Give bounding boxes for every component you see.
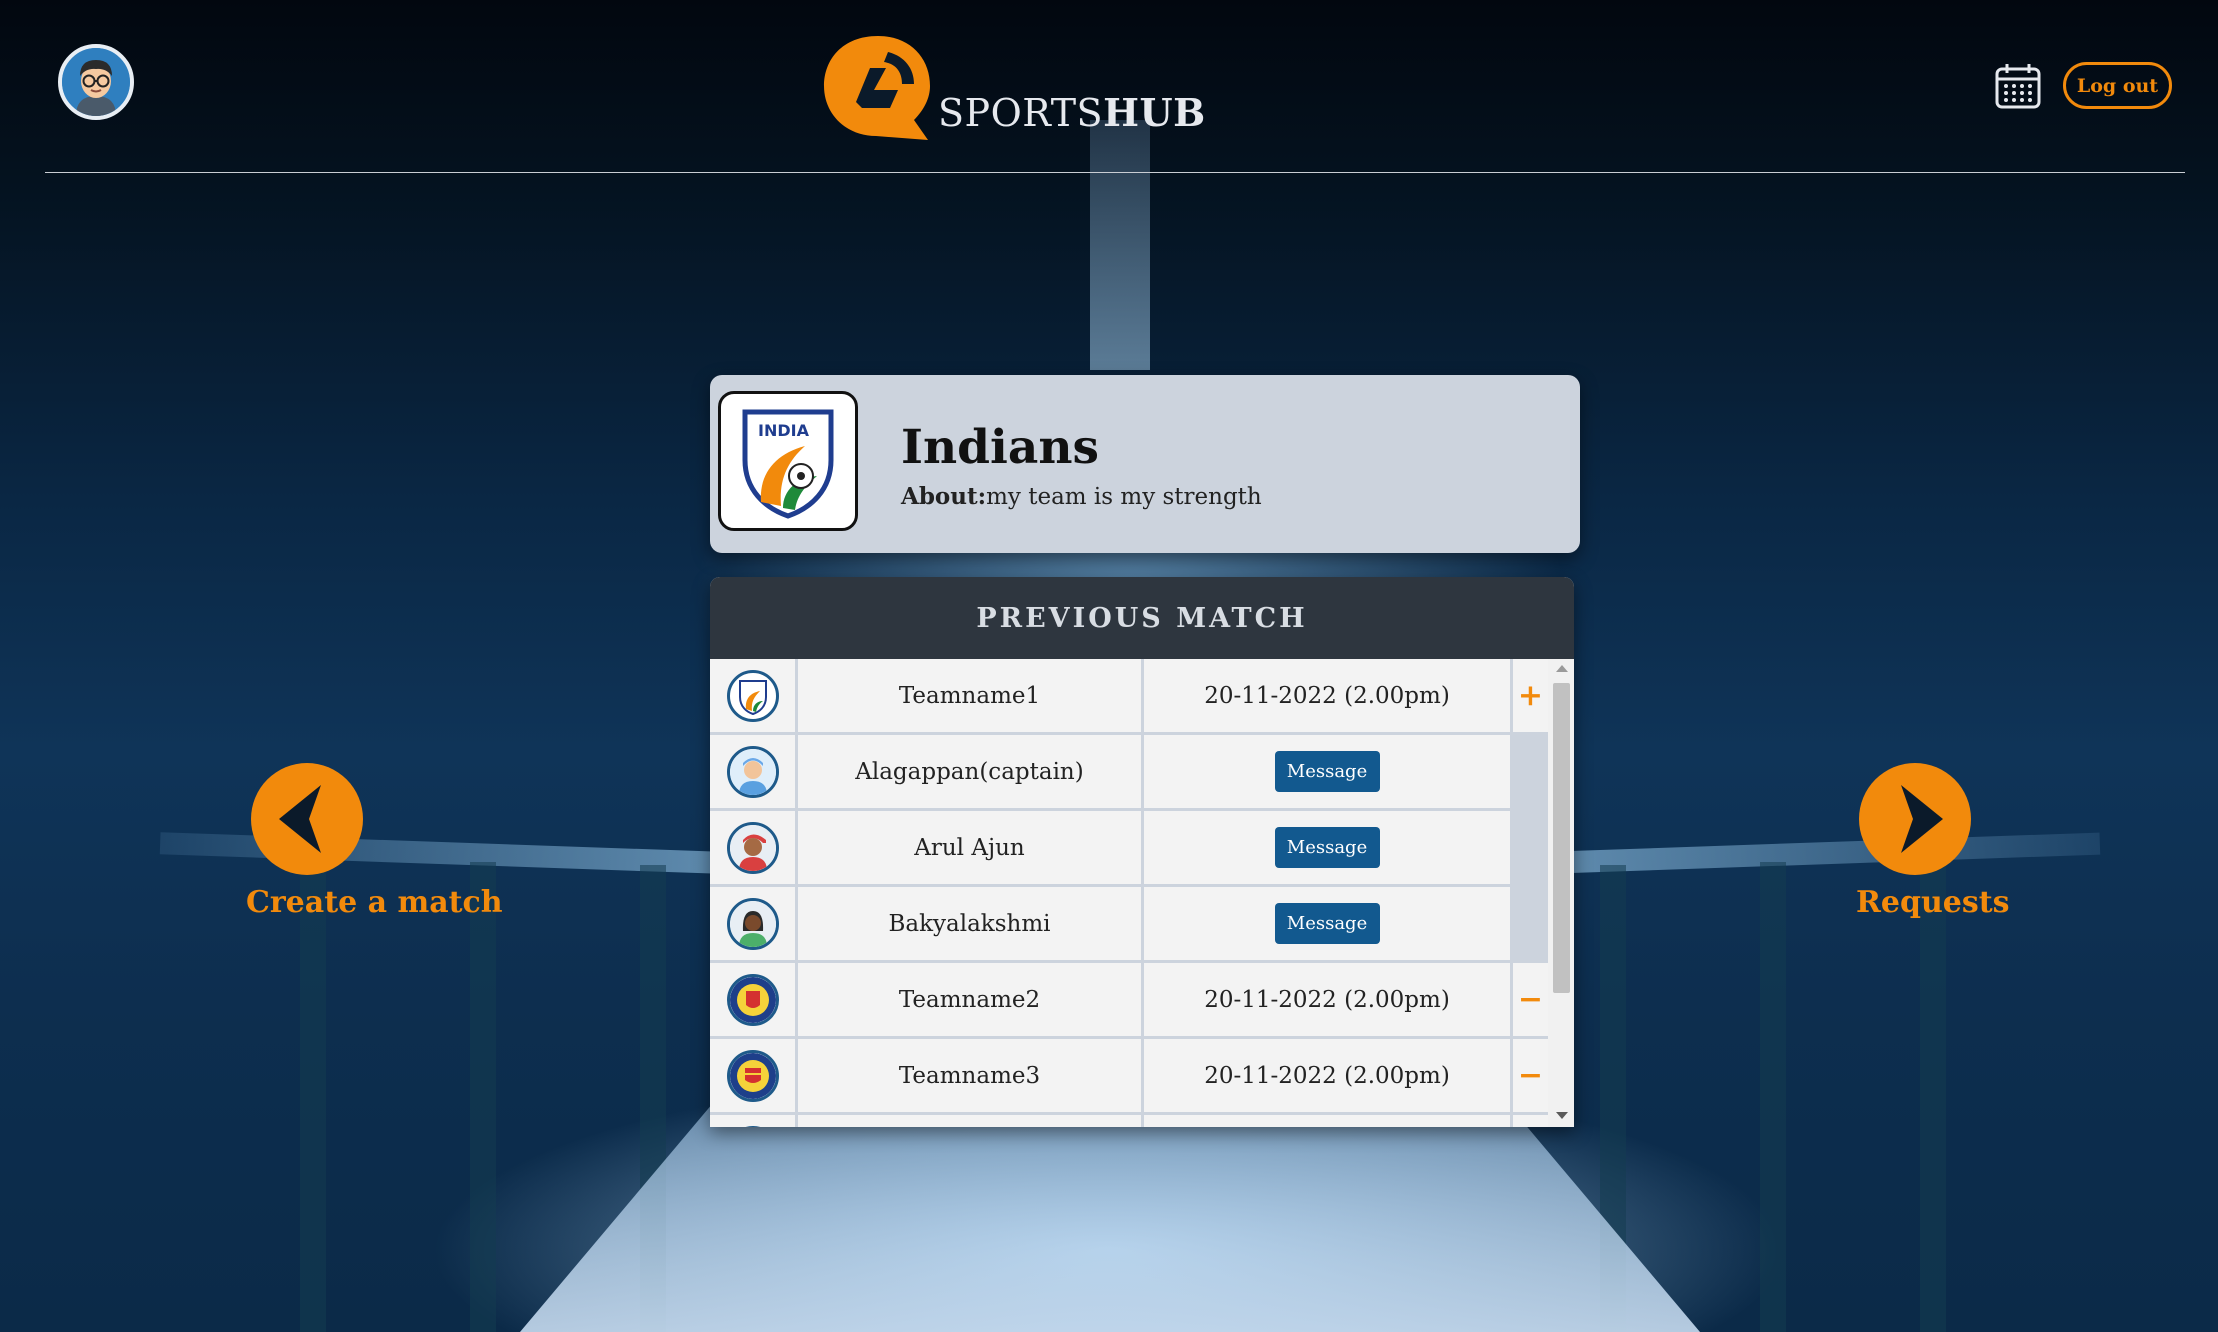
table-row: Arul Ajun Message [710,811,1548,887]
match-date-cell: 20-11-2022 (2.00pm) [1144,1039,1513,1112]
team-name-cell: Teamname2 [798,963,1144,1036]
background-pillar [300,860,326,1332]
player-avatar-icon [726,821,779,874]
team-crest-icon [726,1049,779,1102]
scrollbar[interactable] [1548,659,1574,1127]
player-name-cell: Arul Ajun [798,811,1144,884]
badge-text: INDIA [758,421,810,440]
table-row [710,1115,1548,1127]
team-name-cell: Teamname3 [798,1039,1144,1112]
logout-button[interactable]: Log out [2063,62,2172,109]
table-row: Teamname2 20-11-2022 (2.00pm) − [710,963,1548,1039]
match-date-cell: 20-11-2022 (2.00pm) [1144,659,1513,732]
collapse-icon[interactable]: − [1513,1039,1548,1112]
team-crest-icon [726,1125,779,1127]
scroll-thumb[interactable] [1553,683,1570,993]
scroll-up-arrow-icon[interactable] [1556,665,1568,672]
collapse-icon[interactable]: − [1513,963,1548,1036]
about-text: my team is my strength [986,484,1262,510]
message-button[interactable]: Message [1274,903,1380,944]
background-pillar [470,862,496,1332]
about-label: About: [901,483,987,510]
table-row: Teamname3 20-11-2022 (2.00pm) − [710,1039,1548,1115]
background-pillar [1920,860,1946,1332]
team-about: About:my team is my strength [901,483,1262,510]
header: SPORTSHUB Log out [0,0,2218,175]
background-rail [159,832,721,874]
table-row: Bakyalakshmi Message [710,887,1548,963]
background-pillar [1760,862,1786,1332]
previous-match-panel: PREVIOUS MATCH Teamname1 20-11-2022 (2.0… [710,577,1574,1127]
previous-match-heading: PREVIOUS MATCH [710,577,1574,659]
table-row: Alagappan(captain) Message [710,735,1548,811]
message-button[interactable]: Message [1274,751,1380,792]
india-badge-icon [726,669,779,722]
team-logo: INDIA [718,391,858,531]
header-divider [45,172,2185,173]
team-info-card: INDIA Indians About:my team is my streng… [710,375,1580,553]
match-date-cell: 20-11-2022 (2.00pm) [1144,963,1513,1036]
arrow-left-icon [279,785,321,853]
requests-button[interactable] [1859,763,1971,875]
arrow-right-icon [1901,785,1943,853]
create-match-label[interactable]: Create a match [246,885,503,920]
create-match-button[interactable] [251,763,363,875]
expand-icon[interactable]: + [1513,659,1548,732]
background-rail [1559,832,2101,874]
message-button[interactable]: Message [1274,827,1380,868]
calendar-icon[interactable] [1994,62,2042,110]
team-crest-icon [726,973,779,1026]
player-avatar-icon [726,897,779,950]
table-row: Teamname1 20-11-2022 (2.00pm) + [710,659,1548,735]
scroll-down-arrow-icon[interactable] [1556,1112,1568,1119]
brand-name: SPORTSHUB [938,90,1206,135]
player-name-cell: Bakyalakshmi [798,887,1144,960]
user-avatar-icon [62,48,130,116]
player-avatar-icon [726,745,779,798]
team-name-cell: Teamname1 [798,659,1144,732]
player-name-cell: Alagappan(captain) [798,735,1144,808]
india-badge-icon: INDIA [742,409,834,519]
requests-label[interactable]: Requests [1856,885,2010,920]
match-list[interactable]: Teamname1 20-11-2022 (2.00pm) + Alagappa… [710,659,1548,1127]
team-name: Indians [901,420,1099,475]
user-avatar[interactable] [58,44,134,120]
